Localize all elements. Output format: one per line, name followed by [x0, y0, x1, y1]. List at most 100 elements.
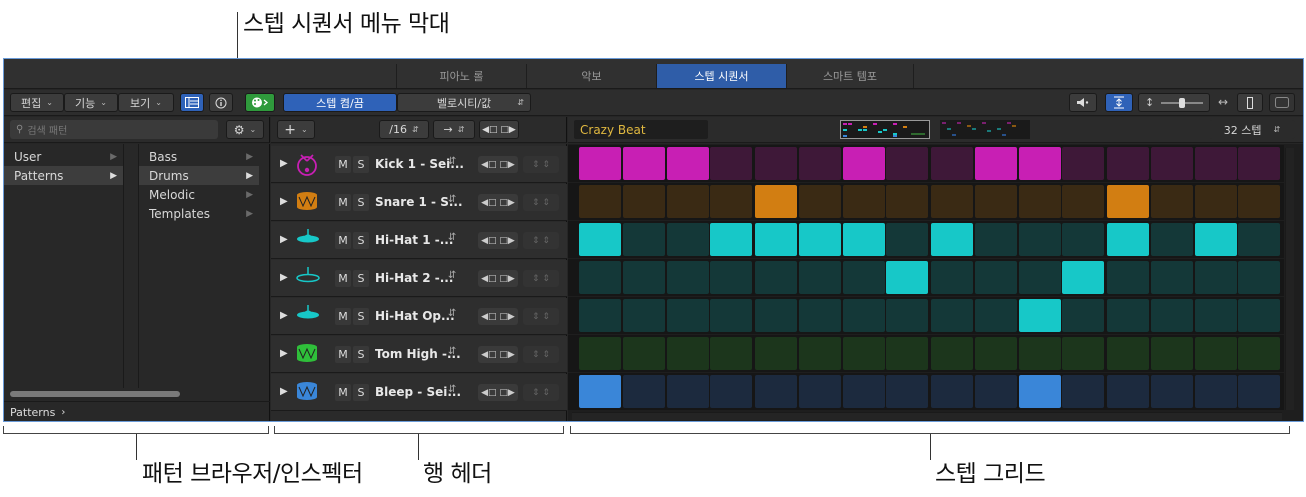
mute-button[interactable]: M: [335, 156, 351, 173]
step-on[interactable]: [1107, 223, 1149, 256]
row-header[interactable]: ▶ M S Hi-Hat 2 -... ⇵ ◀□ □▶ ⇕ ⇕: [271, 260, 567, 297]
pattern-palette-button[interactable]: [245, 93, 275, 112]
step-off[interactable]: [886, 337, 929, 370]
step-off[interactable]: [974, 337, 1017, 370]
step-off[interactable]: [1062, 375, 1105, 408]
step-off[interactable]: [1062, 223, 1105, 256]
step-on[interactable]: [1018, 375, 1061, 408]
row-header[interactable]: ▶ M S Snare 1 - S... ⇵ ◀□ □▶ ⇕ ⇕: [271, 184, 567, 221]
step-off[interactable]: [579, 337, 621, 370]
step-on[interactable]: [579, 147, 621, 180]
step-off[interactable]: [1238, 223, 1281, 256]
row-header[interactable]: ▶ M S Kick 1 - Sei... ⇵ ◀□ □▶ ⇕ ⇕: [271, 146, 567, 183]
step-on[interactable]: [931, 223, 973, 256]
step-off[interactable]: [622, 185, 665, 218]
row-length-button[interactable]: ◀□ □▶: [478, 194, 518, 211]
step-on[interactable]: [579, 375, 621, 408]
solo-button[interactable]: S: [353, 270, 369, 287]
browser-settings-button[interactable]: ⚙ ⌄: [226, 120, 264, 139]
fit-vertical-button[interactable]: [1105, 93, 1133, 112]
mute-button[interactable]: M: [335, 308, 351, 325]
step-off[interactable]: [842, 375, 885, 408]
step-off[interactable]: [622, 337, 665, 370]
step-off[interactable]: [1062, 337, 1105, 370]
step-off[interactable]: [710, 375, 753, 408]
step-on[interactable]: [886, 261, 929, 294]
step-off[interactable]: [1150, 375, 1193, 408]
row-length-button[interactable]: ◀□ □▶: [478, 384, 518, 401]
step-off[interactable]: [1150, 223, 1193, 256]
step-off[interactable]: [666, 375, 709, 408]
row-length-button[interactable]: ◀□ □▶: [478, 156, 518, 173]
step-off[interactable]: [842, 299, 885, 332]
browser-item-templates[interactable]: Templates ▶: [139, 204, 259, 223]
view-menu[interactable]: 보기 ⌄: [118, 93, 174, 112]
search-input[interactable]: ⚲ 검색 패턴: [10, 120, 218, 139]
step-off[interactable]: [1107, 299, 1149, 332]
step-off[interactable]: [755, 337, 797, 370]
inspector-toggle-button[interactable]: [209, 93, 233, 112]
row-edit-mode-button[interactable]: ⇕ ⇕: [523, 346, 559, 363]
updown-icon[interactable]: ⇵: [448, 232, 456, 243]
row-disclosure-icon[interactable]: ▶: [280, 272, 288, 283]
step-off[interactable]: [842, 185, 885, 218]
pattern-overview-page-2[interactable]: [940, 120, 1030, 139]
row-header[interactable]: ▶ M S Hi-Hat Op... ⇵ ◀□ □▶ ⇕ ⇕: [271, 298, 567, 335]
step-off[interactable]: [974, 299, 1017, 332]
row-edit-mode-button[interactable]: ⇕ ⇕: [523, 308, 559, 325]
step-off[interactable]: [1194, 337, 1237, 370]
step-off[interactable]: [710, 299, 753, 332]
step-off[interactable]: [974, 261, 1017, 294]
step-on[interactable]: [1194, 223, 1237, 256]
solo-button[interactable]: S: [353, 232, 369, 249]
solo-button[interactable]: S: [353, 346, 369, 363]
step-on[interactable]: [579, 223, 621, 256]
step-off[interactable]: [666, 223, 709, 256]
step-off[interactable]: [931, 147, 973, 180]
step-off[interactable]: [974, 185, 1017, 218]
browser-item-drums[interactable]: Drums ▶: [139, 166, 259, 185]
browser-item-patterns[interactable]: Patterns ▶: [4, 166, 123, 185]
mute-button[interactable]: M: [335, 384, 351, 401]
step-off[interactable]: [1018, 223, 1061, 256]
edit-menu[interactable]: 편집 ⌄: [10, 93, 64, 112]
step-off[interactable]: [931, 261, 973, 294]
step-off[interactable]: [622, 261, 665, 294]
step-off[interactable]: [886, 147, 929, 180]
solo-button[interactable]: S: [353, 194, 369, 211]
step-off[interactable]: [1150, 337, 1193, 370]
step-off[interactable]: [579, 261, 621, 294]
browser-item-melodic[interactable]: Melodic ▶: [139, 185, 259, 204]
step-off[interactable]: [886, 223, 929, 256]
row-edit-mode-button[interactable]: ⇕ ⇕: [523, 156, 559, 173]
pattern-overview-page-1[interactable]: [840, 120, 930, 139]
step-off[interactable]: [1018, 185, 1061, 218]
step-off[interactable]: [1238, 337, 1281, 370]
tab-step-sequencer[interactable]: 스텝 시퀀서: [656, 64, 786, 88]
step-off[interactable]: [798, 147, 841, 180]
step-off[interactable]: [622, 223, 665, 256]
step-off[interactable]: [622, 299, 665, 332]
row-length-button[interactable]: ◀□ □▶: [478, 232, 518, 249]
step-off[interactable]: [666, 299, 709, 332]
row-length-button[interactable]: ◀□ □▶: [478, 346, 518, 363]
updown-icon[interactable]: ⇵: [448, 346, 456, 357]
step-off[interactable]: [1238, 185, 1281, 218]
solo-button[interactable]: S: [353, 384, 369, 401]
updown-icon[interactable]: ⇵: [448, 270, 456, 281]
pattern-name-field[interactable]: Crazy Beat: [574, 120, 708, 139]
step-off[interactable]: [710, 147, 753, 180]
step-off[interactable]: [1107, 375, 1149, 408]
step-off[interactable]: [755, 261, 797, 294]
step-off[interactable]: [798, 375, 841, 408]
step-off[interactable]: [755, 299, 797, 332]
row-disclosure-icon[interactable]: ▶: [280, 386, 288, 397]
step-on[interactable]: [755, 185, 797, 218]
browser-item-user[interactable]: User ▶: [4, 147, 123, 166]
step-off[interactable]: [1194, 185, 1237, 218]
step-rate-select[interactable]: /16 ⇵: [379, 120, 429, 139]
updown-icon[interactable]: ⇵: [448, 308, 456, 319]
velocity-mode-button[interactable]: 벨로시티/값 ⇵: [397, 93, 531, 112]
step-off[interactable]: [798, 261, 841, 294]
step-on[interactable]: [666, 147, 709, 180]
